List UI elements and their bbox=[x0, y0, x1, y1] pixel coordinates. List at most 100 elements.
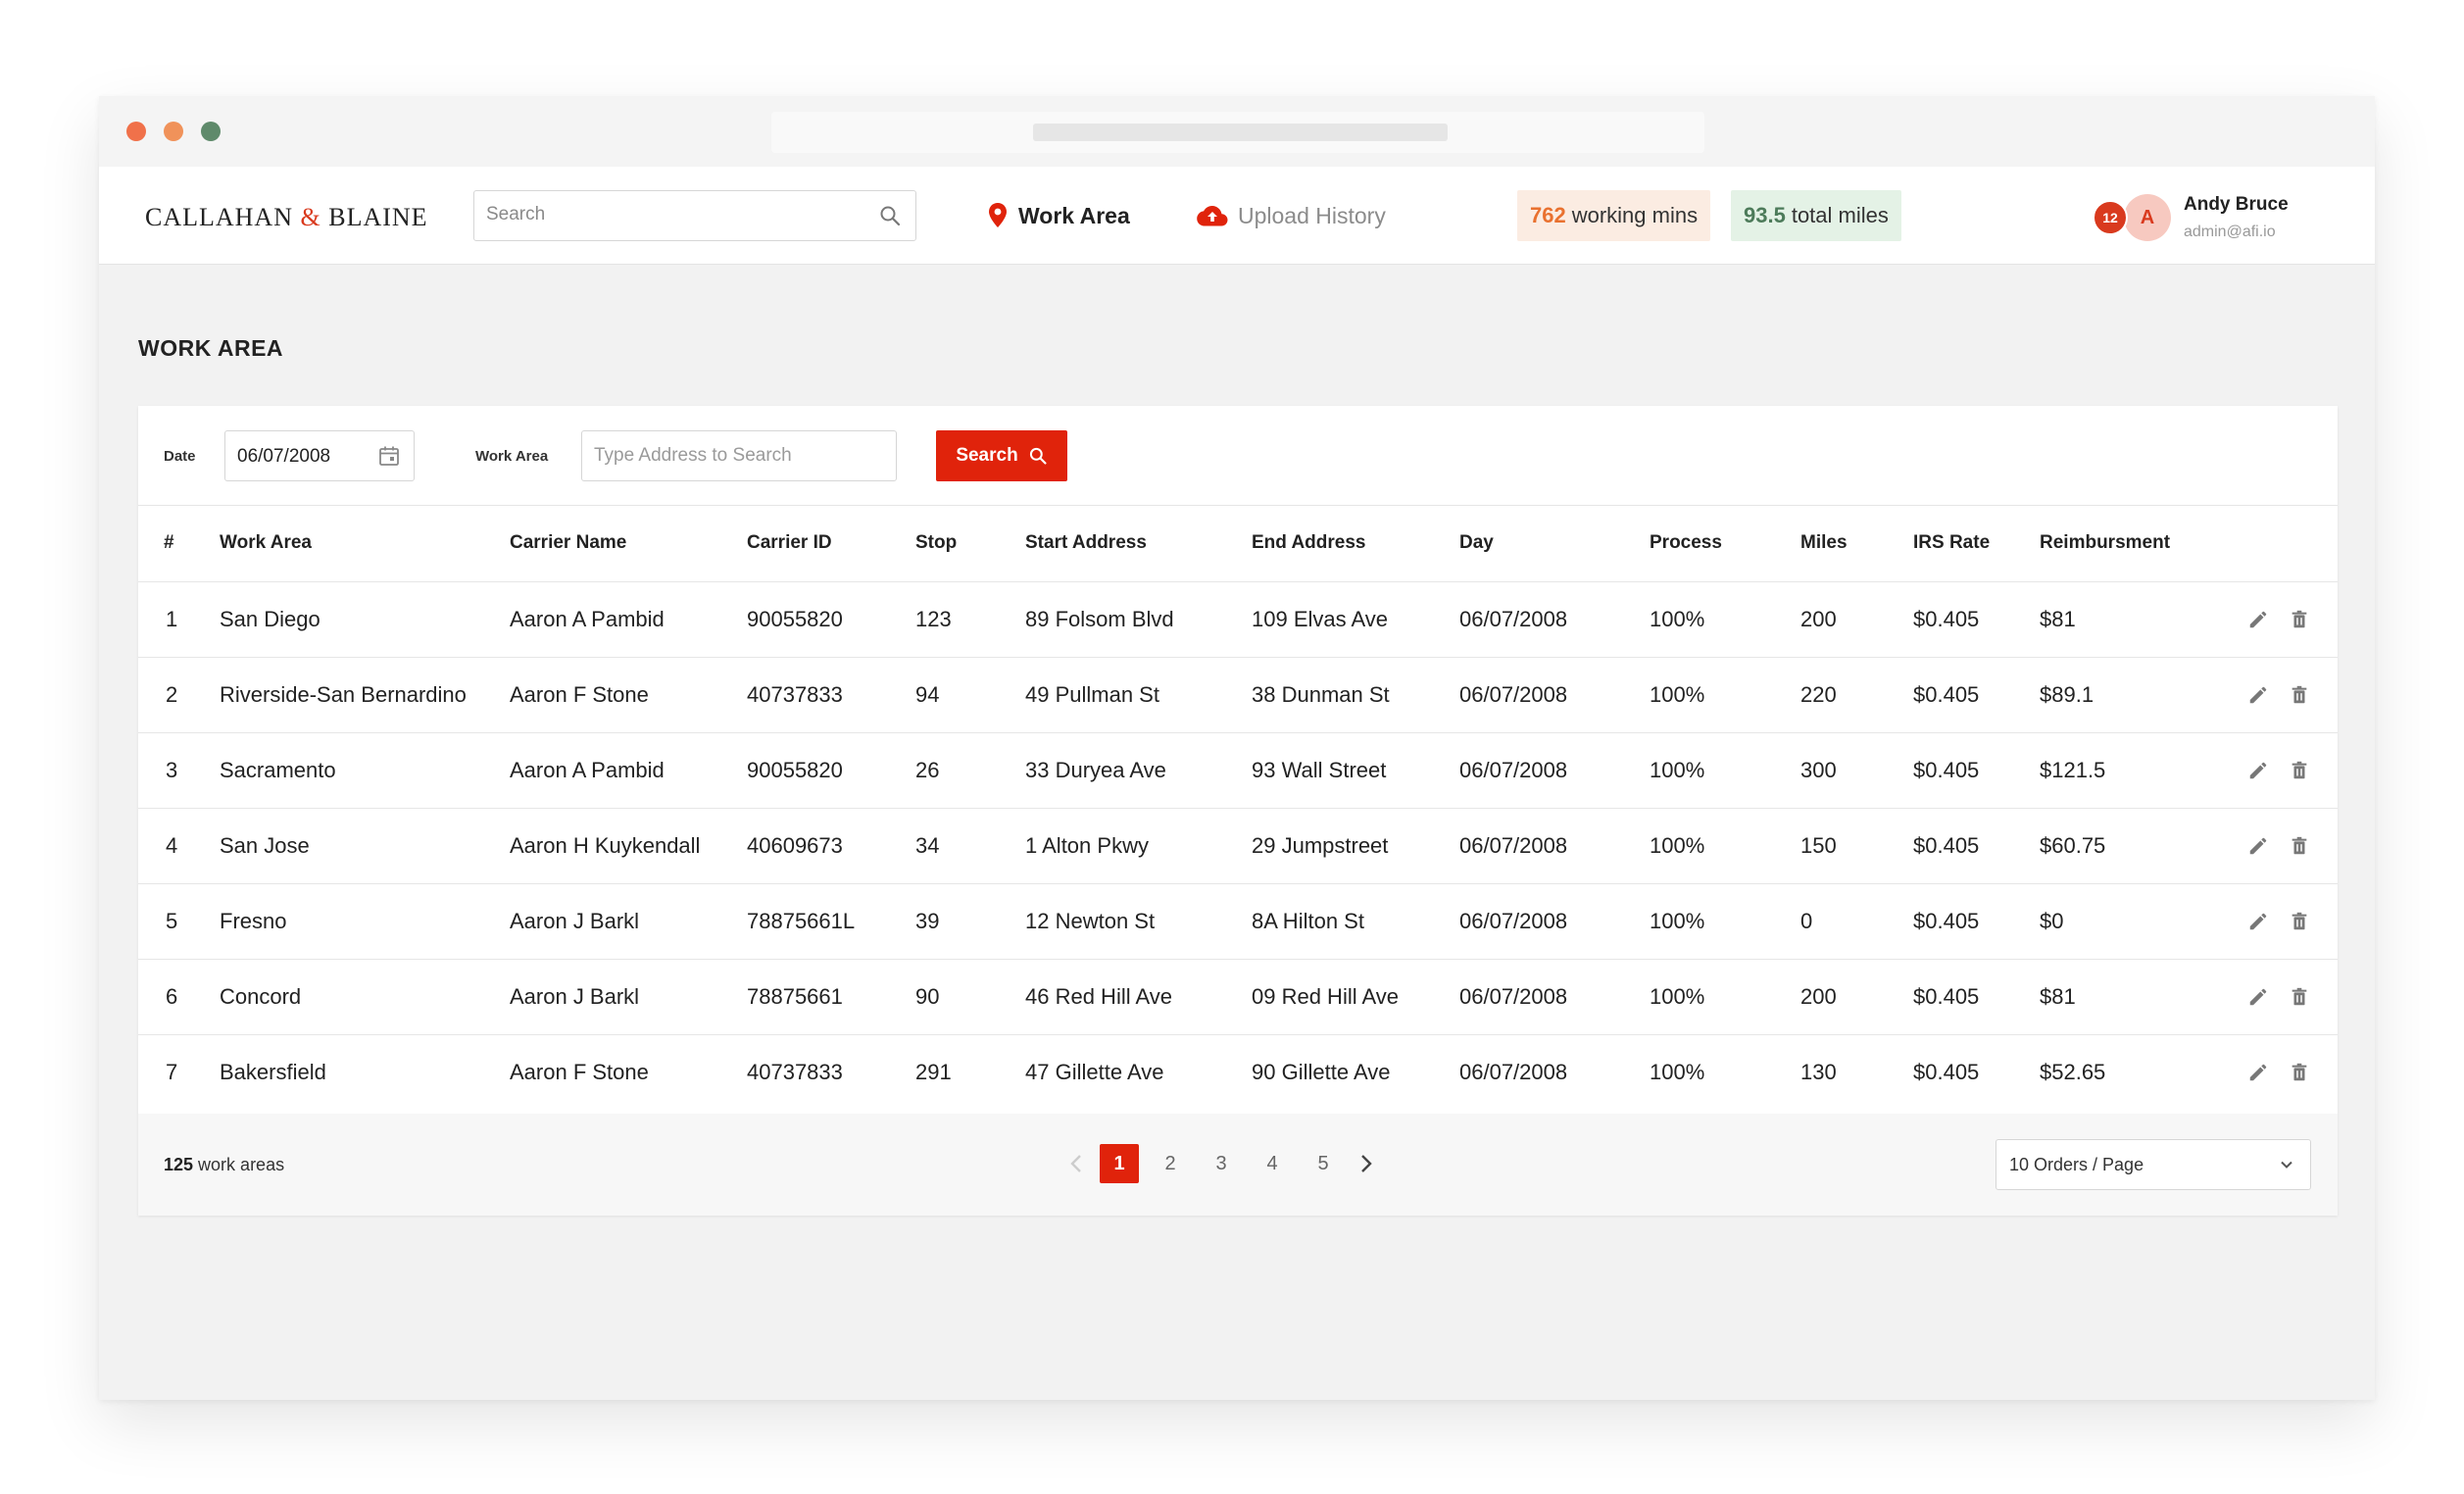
page-button[interactable]: 1 bbox=[1100, 1144, 1139, 1183]
edit-icon[interactable] bbox=[2247, 1062, 2269, 1083]
table-row[interactable]: 1 San Diego Aaron A Pambid 90055820 123 89 Fo… bbox=[138, 581, 2338, 658]
table-cell: San Diego bbox=[220, 581, 510, 658]
url-bar[interactable] bbox=[771, 112, 1704, 153]
column-header[interactable]: Day bbox=[1459, 506, 1650, 582]
table-cell: Aaron A Pambid bbox=[510, 581, 747, 658]
chevron-left-icon bbox=[1070, 1155, 1081, 1172]
table-cell: 90055820 bbox=[747, 732, 915, 809]
row-actions bbox=[2196, 959, 2338, 1035]
table-cell: 40609673 bbox=[747, 808, 915, 884]
trash-icon[interactable] bbox=[2289, 986, 2310, 1008]
table-row[interactable]: 4 San Jose Aaron H Kuykendall 40609673 34 1 A… bbox=[138, 808, 2338, 884]
table-cell: $0.405 bbox=[1913, 808, 2040, 884]
work-area-input[interactable] bbox=[594, 445, 878, 467]
table-cell: 78875661 bbox=[747, 959, 915, 1035]
table-cell: San Jose bbox=[220, 808, 510, 884]
table-cell: $0.405 bbox=[1913, 959, 2040, 1035]
header-search-input[interactable] bbox=[486, 204, 868, 225]
table-cell: $0.405 bbox=[1913, 883, 2040, 960]
table-cell: 09 Red Hill Ave bbox=[1252, 959, 1459, 1035]
edit-icon[interactable] bbox=[2247, 760, 2269, 781]
search-button[interactable]: Search bbox=[936, 430, 1067, 481]
trash-icon[interactable] bbox=[2289, 1062, 2310, 1083]
column-header[interactable]: Work Area bbox=[220, 506, 510, 582]
table-cell: 40737833 bbox=[747, 657, 915, 733]
column-header[interactable]: Start Address bbox=[1025, 506, 1252, 582]
table-cell: 130 bbox=[1800, 1059, 1837, 1084]
table-cell: 100% bbox=[1650, 657, 1800, 733]
trash-icon[interactable] bbox=[2289, 609, 2310, 630]
work-area-count: 125 work areas bbox=[164, 1155, 285, 1174]
table-cell: 200 bbox=[1800, 581, 1913, 658]
trash-icon[interactable] bbox=[2289, 835, 2310, 857]
column-header[interactable]: Stop bbox=[915, 506, 1025, 582]
nav-upload-history[interactable]: Upload History bbox=[1197, 196, 1386, 235]
edit-icon[interactable] bbox=[2247, 911, 2269, 932]
table-row[interactable]: 7 Bakersfield Aaron F Stone 40737833 291 47 G… bbox=[138, 1034, 2338, 1110]
filter-bar: Date 06/07/2008 Work Area Search bbox=[138, 406, 2338, 506]
total-miles-badge: 93.5 total miles bbox=[1731, 190, 1901, 241]
table-cell: Fresno bbox=[220, 883, 510, 960]
edit-icon[interactable] bbox=[2247, 986, 2269, 1008]
search-icon[interactable] bbox=[878, 204, 902, 227]
column-header[interactable]: End Address bbox=[1252, 506, 1459, 582]
table-cell: 90055820 bbox=[747, 581, 915, 658]
table-body: 1 San Diego Aaron A Pambid 90055820 123 89 Fo… bbox=[138, 581, 2338, 1110]
table-cell: 29 Jumpstreet bbox=[1252, 808, 1459, 884]
table-cell: Concord bbox=[220, 959, 510, 1035]
table-cell: 06/07/2008 bbox=[1459, 732, 1650, 809]
table-cell: 6 bbox=[138, 959, 220, 1035]
table-row[interactable]: 6 Concord Aaron J Barkl 78875661 90 46 Red Hi… bbox=[138, 959, 2338, 1035]
table-row[interactable]: 3 Sacramento Aaron A Pambid 90055820 26 33 Du… bbox=[138, 732, 2338, 809]
prev-page-button[interactable] bbox=[1064, 1144, 1088, 1183]
table-cell: 4 bbox=[138, 808, 220, 884]
date-field[interactable]: 06/07/2008 bbox=[224, 430, 415, 481]
column-header[interactable]: # bbox=[138, 506, 220, 582]
table-cell: Bakersfield bbox=[220, 1059, 326, 1084]
trash-icon[interactable] bbox=[2289, 911, 2310, 932]
page-button[interactable]: 3 bbox=[1202, 1144, 1241, 1183]
table-row[interactable]: 5 Fresno Aaron J Barkl 78875661L 39 12 Newton… bbox=[138, 883, 2338, 960]
per-page-select[interactable]: 10 Orders / Page bbox=[1996, 1139, 2311, 1190]
table-row[interactable]: 2 Riverside-San Bernardino Aaron F Stone 40… bbox=[138, 657, 2338, 733]
maximize-window-dot[interactable] bbox=[201, 122, 221, 141]
work-area-card: Date 06/07/2008 Work Area Search bbox=[138, 406, 2338, 1216]
window-chrome bbox=[99, 96, 2375, 167]
table-cell: 06/07/2008 bbox=[1459, 1059, 1568, 1084]
header-search[interactable] bbox=[473, 190, 916, 241]
column-header[interactable]: Miles bbox=[1800, 506, 1913, 582]
nav-work-area[interactable]: Work Area bbox=[987, 196, 1130, 235]
avatar[interactable]: A bbox=[2124, 194, 2171, 241]
notification-badge[interactable]: 12 bbox=[2093, 200, 2128, 235]
page-button[interactable]: 5 bbox=[1304, 1144, 1343, 1183]
edit-icon[interactable] bbox=[2247, 609, 2269, 630]
table-cell: $89.1 bbox=[2040, 657, 2196, 733]
page-button[interactable]: 4 bbox=[1253, 1144, 1292, 1183]
column-header[interactable]: Carrier Name bbox=[510, 506, 747, 582]
close-window-dot[interactable] bbox=[126, 122, 146, 141]
user-name[interactable]: Andy Bruce bbox=[2184, 194, 2289, 216]
brand-logo[interactable]: CALLAHAN & BLAINE bbox=[145, 203, 428, 232]
table-cell: 291 bbox=[915, 1059, 952, 1084]
location-pin-icon bbox=[989, 203, 1007, 227]
next-page-button[interactable] bbox=[1355, 1144, 1378, 1183]
table-cell: $52.65 bbox=[2040, 1059, 2106, 1084]
table-cell: 90 bbox=[915, 959, 1025, 1035]
table-cell: $121.5 bbox=[2040, 732, 2196, 809]
trash-icon[interactable] bbox=[2289, 684, 2310, 706]
calendar-icon[interactable] bbox=[377, 444, 401, 468]
page-button[interactable]: 2 bbox=[1151, 1144, 1190, 1183]
column-header[interactable]: Carrier ID bbox=[747, 506, 915, 582]
minimize-window-dot[interactable] bbox=[164, 122, 183, 141]
column-header[interactable]: Reimbursment bbox=[2040, 506, 2196, 582]
work-area-label: Work Area bbox=[475, 448, 549, 465]
table-cell: 93 Wall Street bbox=[1252, 732, 1459, 809]
work-area-field[interactable] bbox=[581, 430, 897, 481]
trash-icon[interactable] bbox=[2289, 760, 2310, 781]
table-cell: 3 bbox=[138, 732, 220, 809]
column-header[interactable]: IRS Rate bbox=[1913, 506, 2040, 582]
column-header[interactable]: Process bbox=[1650, 506, 1800, 582]
table-cell: $0.405 bbox=[1913, 732, 2040, 809]
edit-icon[interactable] bbox=[2247, 835, 2269, 857]
edit-icon[interactable] bbox=[2247, 684, 2269, 706]
